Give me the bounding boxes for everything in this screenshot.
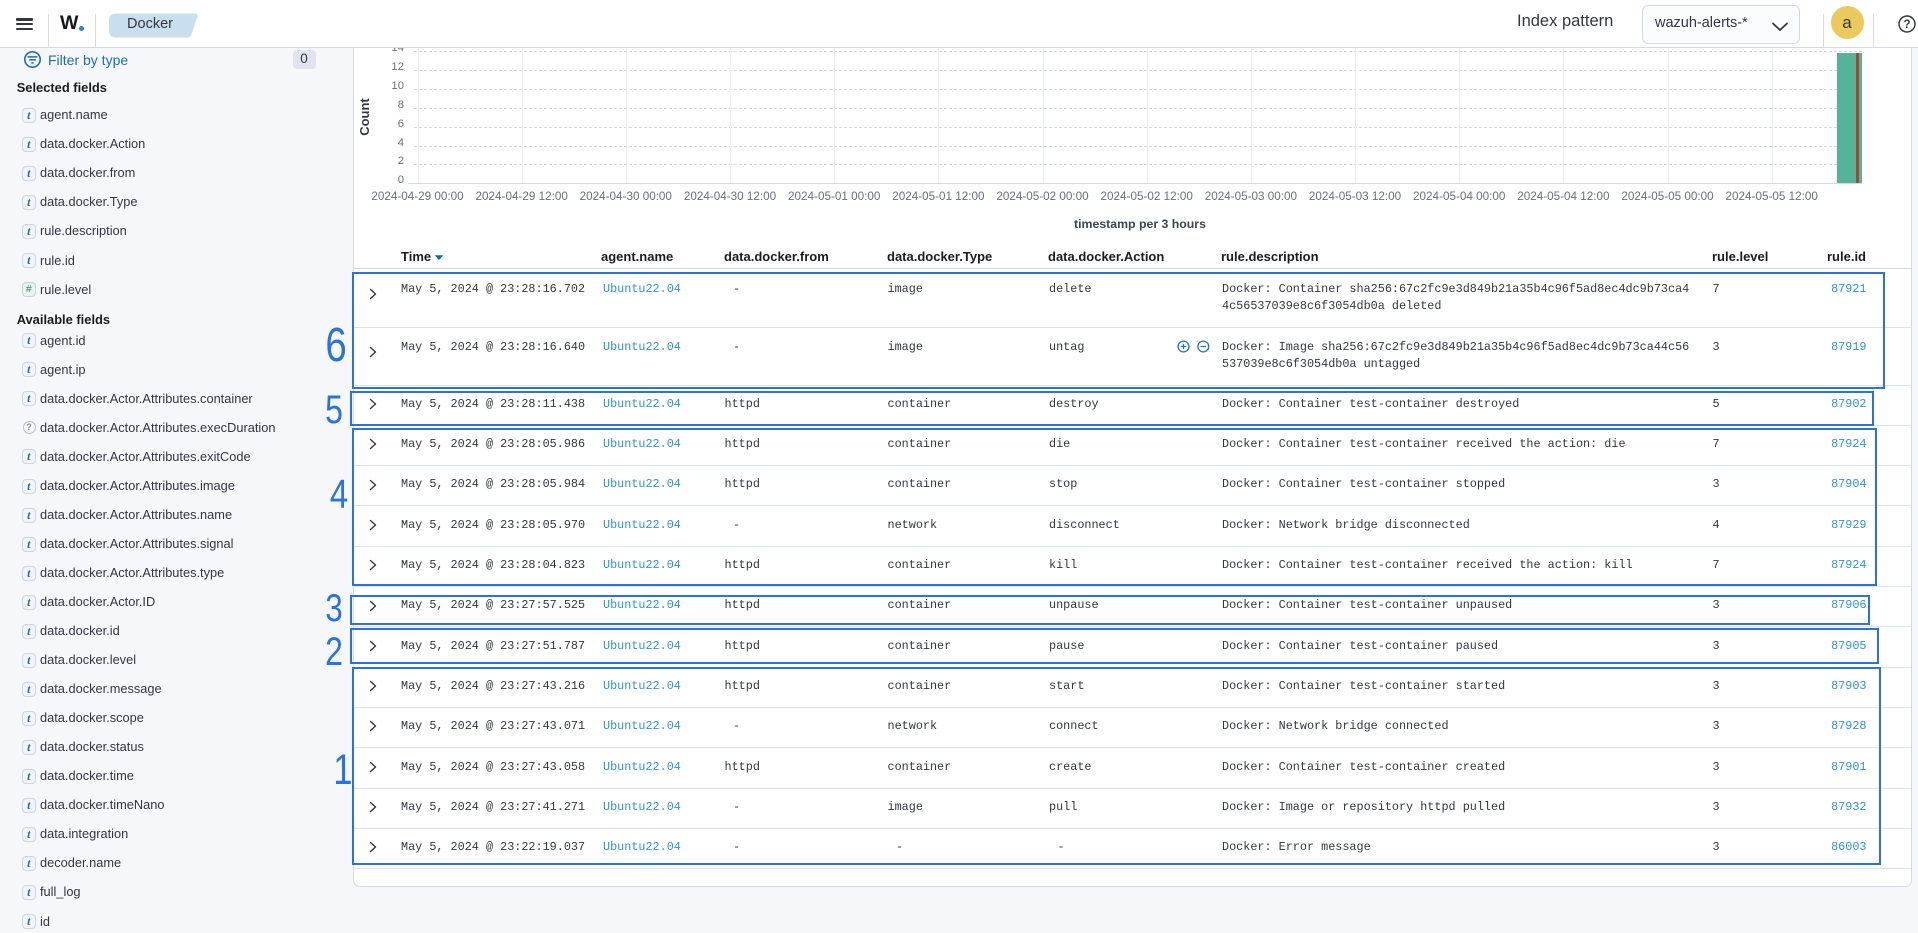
svg-text:?: ?: [1903, 19, 1910, 31]
